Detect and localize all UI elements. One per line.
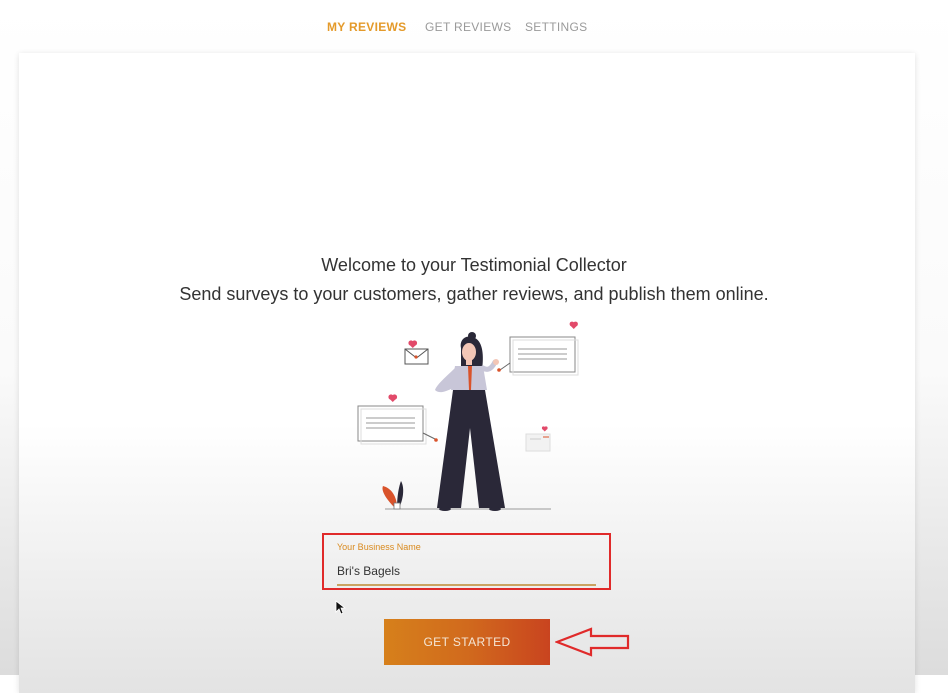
mouse-pointer-icon: [335, 600, 347, 615]
small-card: [525, 433, 551, 452]
heart-icon: [541, 426, 548, 432]
business-name-label: Your Business Name: [337, 542, 421, 552]
welcome-subtitle: Send surveys to your customers, gather r…: [179, 284, 769, 304]
tab-get-reviews[interactable]: GET REVIEWS: [425, 20, 511, 34]
welcome-title: Welcome to your Testimonial Collector: [321, 255, 627, 275]
business-name-input[interactable]: [337, 558, 596, 586]
heart-icon: [388, 394, 398, 402]
tab-settings[interactable]: SETTINGS: [525, 20, 587, 34]
testimonial-illustration: [357, 321, 579, 511]
review-card-right: [497, 336, 579, 376]
top-navigation: MY REVIEWS GET REVIEWS SETTINGS: [0, 0, 948, 52]
tab-my-reviews[interactable]: MY REVIEWS: [327, 20, 406, 34]
review-card-left: [357, 405, 438, 445]
heart-icon: [408, 340, 418, 348]
plant-icon: [382, 481, 404, 510]
annotation-arrow-icon: [555, 627, 630, 657]
get-started-button[interactable]: GET STARTED: [384, 619, 550, 665]
heart-icon: [569, 321, 578, 329]
envelope-icon: [404, 348, 429, 365]
woman-figure: [435, 332, 505, 511]
